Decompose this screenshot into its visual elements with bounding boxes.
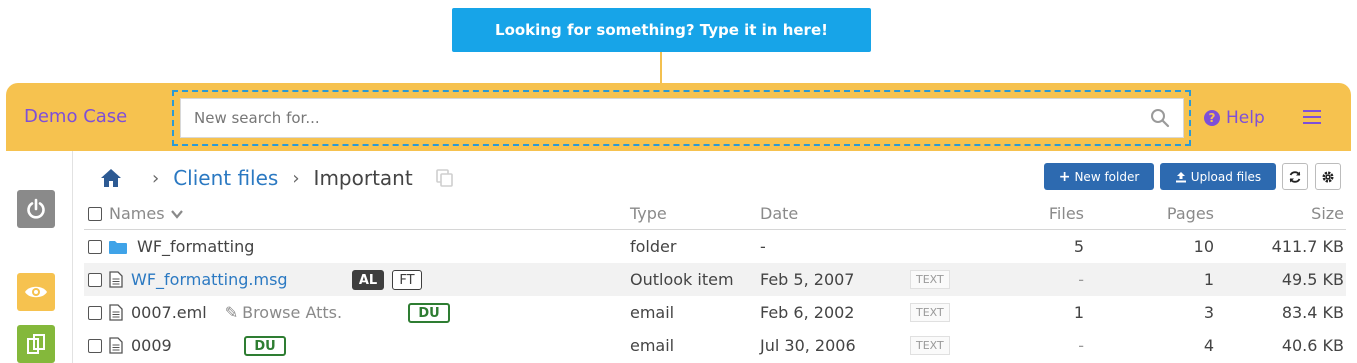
settings-button[interactable] — [1315, 163, 1341, 190]
help-label: Help — [1226, 108, 1265, 128]
new-folder-label: New folder — [1074, 169, 1140, 184]
case-title[interactable]: Demo Case — [24, 106, 127, 127]
date-cell: - — [760, 237, 766, 256]
copy-icon — [27, 334, 45, 354]
type-cell: email — [630, 336, 675, 355]
chevron-down-icon — [170, 209, 183, 219]
names-header-label: Names — [109, 204, 165, 223]
question-icon: ? — [1204, 110, 1220, 126]
files-column-header[interactable]: Files — [1049, 198, 1084, 229]
power-icon — [27, 198, 45, 219]
files-cell: 5 — [1073, 237, 1084, 256]
text-badge-cell: TEXT — [910, 329, 950, 362]
document-icon — [109, 337, 123, 354]
eye-icon — [25, 286, 47, 298]
table-row[interactable]: 0007.eml ✎ Browse Atts. DU email Feb 6, … — [84, 296, 1346, 329]
pages-cell: 4 — [1203, 336, 1214, 355]
table-header: Names Type Date Files Pages Size — [84, 198, 1346, 230]
row-checkbox[interactable] — [88, 305, 102, 320]
files-cell: 1 — [1073, 303, 1084, 322]
files-cell: - — [1078, 336, 1084, 355]
size-column-header[interactable]: Size — [1311, 198, 1344, 229]
type-cell: folder — [630, 237, 677, 256]
sidebar-divider — [72, 151, 73, 363]
folder-icon — [109, 240, 127, 254]
plus-icon: + — [1058, 168, 1071, 185]
tag-badge[interactable]: AL — [352, 270, 384, 290]
name-cell: 0007.eml ✎ Browse Atts. — [88, 296, 342, 329]
row-checkbox[interactable] — [88, 338, 102, 353]
name-cell: 0009 — [88, 329, 172, 362]
browse-attachments-label: Browse Atts. — [242, 303, 343, 322]
gear-icon — [1322, 171, 1334, 182]
document-icon — [109, 304, 123, 321]
tag-badge[interactable]: DU — [244, 336, 286, 356]
sidebar-view-button[interactable] — [17, 273, 55, 311]
files-cell: - — [1078, 270, 1084, 289]
size-cell: 49.5 KB — [1281, 270, 1344, 289]
table-row[interactable]: WF_formatting folder - 5 10 411.7 KB — [84, 230, 1346, 263]
text-badge[interactable]: TEXT — [910, 303, 950, 322]
search-hint-tooltip: Looking for something? Type it in here! — [452, 8, 871, 52]
breadcrumb-client-files[interactable]: Client files — [173, 166, 278, 190]
tag-badge[interactable]: DU — [408, 303, 450, 323]
upload-files-label: Upload files — [1190, 169, 1262, 184]
help-link[interactable]: ? Help — [1204, 108, 1265, 128]
date-cell: Feb 5, 2007 — [760, 270, 855, 289]
search-input[interactable] — [180, 98, 1140, 138]
size-cell: 411.7 KB — [1271, 237, 1344, 256]
type-cell: email — [630, 303, 675, 322]
refresh-button[interactable] — [1282, 163, 1308, 190]
sidebar-power-button[interactable] — [17, 190, 55, 228]
row-checkbox[interactable] — [88, 239, 102, 254]
upload-files-button[interactable]: Upload files — [1160, 163, 1276, 190]
type-column-header[interactable]: Type — [630, 198, 667, 229]
new-folder-button[interactable]: + New folder — [1044, 163, 1154, 190]
text-badge[interactable]: TEXT — [910, 270, 950, 289]
tooltip-pointer — [660, 52, 662, 84]
row-checkbox[interactable] — [88, 272, 102, 287]
pages-cell: 10 — [1193, 237, 1214, 256]
chevron-right-icon: › — [152, 167, 160, 189]
size-cell: 40.6 KB — [1281, 336, 1344, 355]
breadcrumb: › Client files › Important — [100, 164, 455, 192]
file-name-link[interactable]: WF_formatting.msg — [131, 270, 288, 289]
type-cell: Outlook item — [630, 270, 734, 289]
text-badge[interactable]: TEXT — [910, 336, 950, 355]
document-icon — [109, 271, 123, 288]
name-cell: WF_formatting.msg — [88, 263, 288, 296]
file-table: Names Type Date Files Pages Size WF_form… — [84, 198, 1346, 362]
browse-attachments-link[interactable]: ✎ Browse Atts. — [225, 303, 342, 322]
refresh-icon — [1289, 170, 1301, 183]
search-icon[interactable] — [1150, 108, 1170, 128]
copy-path-icon[interactable] — [435, 168, 455, 188]
text-badge-cell: TEXT — [910, 263, 950, 296]
hamburger-menu-icon[interactable] — [1303, 110, 1321, 124]
upload-icon — [1175, 171, 1186, 182]
breadcrumb-current: Important — [313, 166, 413, 190]
date-cell: Jul 30, 2006 — [760, 336, 856, 355]
pages-cell: 3 — [1203, 303, 1214, 322]
date-cell: Feb 6, 2002 — [760, 303, 855, 322]
tag-badge[interactable]: FT — [392, 270, 422, 290]
select-all-checkbox[interactable] — [88, 206, 102, 221]
names-column-header[interactable]: Names — [88, 198, 183, 229]
table-row[interactable]: 0009 DU email Jul 30, 2006 TEXT - 4 40.6… — [84, 329, 1346, 362]
chevron-right-icon: › — [292, 167, 300, 189]
pages-cell: 1 — [1203, 270, 1214, 289]
text-badge-cell: TEXT — [910, 296, 950, 329]
folder-name[interactable]: WF_formatting — [137, 237, 254, 256]
home-icon[interactable] — [100, 168, 122, 188]
table-row[interactable]: WF_formatting.msg AL FT Outlook item Feb… — [84, 263, 1346, 296]
size-cell: 83.4 KB — [1281, 303, 1344, 322]
file-name[interactable]: 0007.eml — [131, 303, 207, 322]
name-cell: WF_formatting — [88, 230, 254, 263]
file-name[interactable]: 0009 — [131, 336, 172, 355]
date-column-header[interactable]: Date — [760, 198, 798, 229]
sidebar-copy-button[interactable] — [17, 325, 55, 363]
pages-column-header[interactable]: Pages — [1167, 198, 1214, 229]
paperclip-icon: ✎ — [224, 303, 239, 322]
